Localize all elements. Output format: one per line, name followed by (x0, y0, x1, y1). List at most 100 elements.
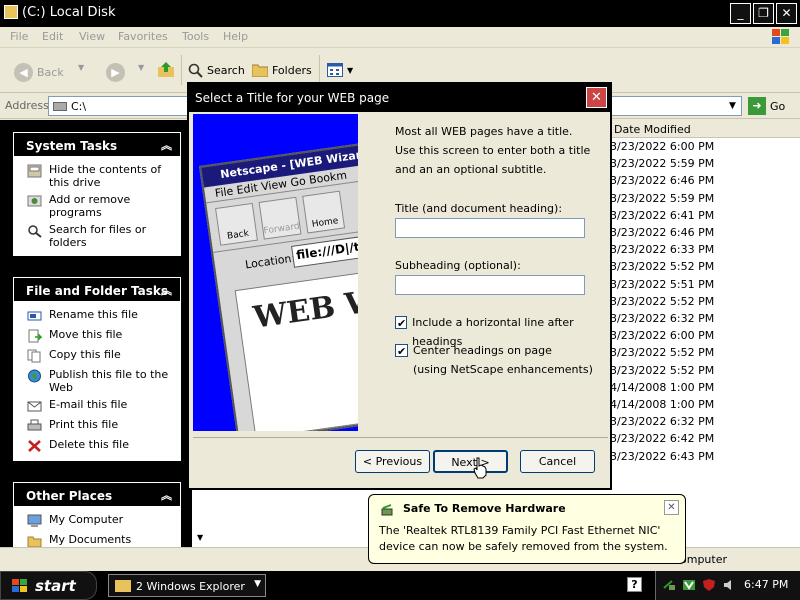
netscape-window-illustration: Netscape - [WEB Wizard File Edit View Go… (199, 138, 358, 431)
file-folder-tasks-header[interactable]: File and Folder Tasks ︽ (13, 277, 181, 301)
checkbox-checked-icon[interactable] (395, 314, 408, 333)
add-remove-programs-icon (27, 195, 42, 207)
date-modified-cell[interactable]: 3/23/2022 5:52 PM (610, 295, 714, 308)
task-publish-web[interactable]: Publish this file to the Web (14, 366, 180, 396)
scroll-down-arrow-icon[interactable]: ▼ (197, 533, 203, 542)
date-modified-cell[interactable]: 3/23/2022 5:52 PM (610, 346, 714, 359)
dialog-title: Select a Title for your WEB page (195, 91, 390, 105)
notification-balloon[interactable]: Safe To Remove Hardware ✕ The 'Realtek R… (368, 494, 686, 564)
menu-help[interactable]: Help (223, 30, 248, 43)
network-tray-icon[interactable] (682, 578, 696, 592)
date-modified-cell[interactable]: 3/23/2022 5:59 PM (610, 157, 714, 170)
go-button[interactable]: ➜ Go (748, 97, 785, 115)
address-dropdown-icon[interactable]: ▼ (724, 97, 741, 115)
back-arrow-icon: ◀ (14, 63, 33, 82)
views-dropdown-icon: ▼ (347, 65, 354, 75)
hand-cursor-icon (473, 457, 487, 479)
forward-button[interactable]: ▶ (106, 63, 125, 82)
folder-up-icon[interactable] (157, 61, 175, 79)
date-modified-cell[interactable]: 3/23/2022 6:41 PM (610, 209, 714, 222)
views-button[interactable]: ▼ (327, 63, 353, 77)
window-title-bar[interactable]: (C:) Local Disk _ ❐ ✕ (0, 0, 800, 27)
dialog-title-bar[interactable]: Select a Title for your WEB page ✕ (189, 84, 610, 112)
task-delete-file[interactable]: Delete this file (14, 436, 180, 456)
cancel-button[interactable]: Cancel (520, 450, 595, 473)
date-modified-cell[interactable]: 3/23/2022 6:46 PM (610, 226, 714, 239)
previous-button[interactable]: < Previous (355, 450, 430, 473)
task-hide-drive[interactable]: Hide the contents of this drive (14, 161, 180, 191)
views-icon (327, 63, 343, 77)
task-email-file[interactable]: E-mail this file (14, 396, 180, 416)
column-header-date-modified[interactable]: Date Modified (610, 120, 800, 138)
date-modified-cell[interactable]: 3/23/2022 6:32 PM (610, 415, 714, 428)
date-modified-cell[interactable]: 3/23/2022 5:52 PM (610, 260, 714, 273)
search-button[interactable]: Search (188, 63, 245, 78)
date-modified-cell[interactable]: 3/23/2022 6:42 PM (610, 432, 714, 445)
minimize-button[interactable]: _ (730, 3, 751, 24)
safely-remove-tray-icon[interactable] (662, 578, 676, 592)
checkbox-checked-icon[interactable] (395, 342, 408, 361)
security-shield-tray-icon[interactable] (702, 578, 716, 592)
task-print-file[interactable]: Print this file (14, 416, 180, 436)
back-dropdown-icon[interactable]: ▼ (78, 63, 84, 72)
next-button[interactable]: Next > (433, 450, 508, 473)
move-icon (28, 329, 42, 343)
go-arrow-icon: ➜ (748, 97, 766, 115)
menu-favorites[interactable]: Favorites (118, 30, 168, 43)
date-modified-cell[interactable]: 3/23/2022 5:59 PM (610, 192, 714, 205)
taskbar: start 2 Windows Explorer ▼ ? 6:47 PM (0, 571, 800, 600)
date-modified-cell[interactable]: 3/23/2022 6:33 PM (610, 243, 714, 256)
date-modified-cell[interactable]: 3/23/2022 6:43 PM (610, 450, 714, 463)
balloon-title: Safe To Remove Hardware (403, 502, 566, 515)
collapse-chevron-icon[interactable]: ︽ (161, 282, 172, 298)
my-computer-icon (27, 514, 42, 527)
date-modified-cell[interactable]: 4/14/2008 1:00 PM (610, 381, 714, 394)
collapse-chevron-icon[interactable]: ︽ (161, 137, 172, 153)
menu-edit[interactable]: Edit (42, 30, 63, 43)
dialog-close-button[interactable]: ✕ (586, 87, 607, 108)
maximize-button[interactable]: ❐ (753, 3, 774, 24)
search-icon (188, 63, 203, 78)
collapse-chevron-icon[interactable]: ︽ (161, 487, 172, 503)
task-add-remove-programs[interactable]: Add or remove programs (14, 191, 180, 221)
taskbar-windows-explorer[interactable]: 2 Windows Explorer ▼ (108, 574, 266, 597)
place-my-computer[interactable]: My Computer (14, 511, 180, 531)
rename-icon (27, 311, 42, 321)
subheading-input[interactable] (395, 275, 585, 295)
close-button[interactable]: ✕ (776, 3, 797, 24)
date-modified-cell[interactable]: 3/23/2022 5:51 PM (610, 278, 714, 291)
windows-flag-icon (12, 579, 27, 592)
forward-dropdown-icon[interactable]: ▼ (138, 63, 144, 72)
task-move-file[interactable]: Move this file (14, 326, 180, 346)
folders-button[interactable]: Folders (252, 63, 312, 77)
date-modified-cell[interactable]: 3/23/2022 6:00 PM (610, 140, 714, 153)
place-my-documents[interactable]: My Documents (14, 531, 180, 547)
email-icon (27, 401, 42, 412)
start-button[interactable]: start (0, 571, 97, 600)
menu-file[interactable]: File (10, 30, 28, 43)
task-rename-file[interactable]: Rename this file (14, 306, 180, 326)
center-headings-checkbox[interactable]: Center headings on page (using NetScape … (395, 341, 593, 379)
task-search-files[interactable]: Search for files or folders (14, 221, 180, 251)
wizard-illustration: Netscape - [WEB Wizard File Edit View Go… (193, 114, 358, 431)
title-input[interactable] (395, 218, 585, 238)
menu-view[interactable]: View (79, 30, 105, 43)
date-modified-cell[interactable]: 3/23/2022 5:52 PM (610, 364, 714, 377)
date-modified-cell[interactable]: 3/23/2022 6:46 PM (610, 174, 714, 187)
date-modified-cell[interactable]: 3/23/2022 6:32 PM (610, 312, 714, 325)
back-button[interactable]: ◀ Back (14, 63, 64, 82)
copy-icon (27, 349, 41, 363)
system-tasks-header[interactable]: System Tasks ︽ (13, 132, 181, 156)
netscape-home: Home (302, 190, 346, 234)
date-modified-cell[interactable]: 4/14/2008 1:00 PM (610, 398, 714, 411)
date-modified-cell[interactable]: 3/23/2022 6:00 PM (610, 329, 714, 342)
balloon-close-button[interactable]: ✕ (664, 500, 679, 515)
volume-tray-icon[interactable] (722, 578, 736, 592)
folder-icon (115, 580, 131, 592)
netscape-back: Back (215, 202, 258, 246)
help-icon[interactable]: ? (627, 577, 642, 592)
task-copy-file[interactable]: Copy this file (14, 346, 180, 366)
other-places-header[interactable]: Other Places ︽ (13, 482, 181, 506)
menu-tools[interactable]: Tools (182, 30, 209, 43)
system-tasks-panel: System Tasks ︽ Hide the contents of this… (13, 132, 181, 256)
